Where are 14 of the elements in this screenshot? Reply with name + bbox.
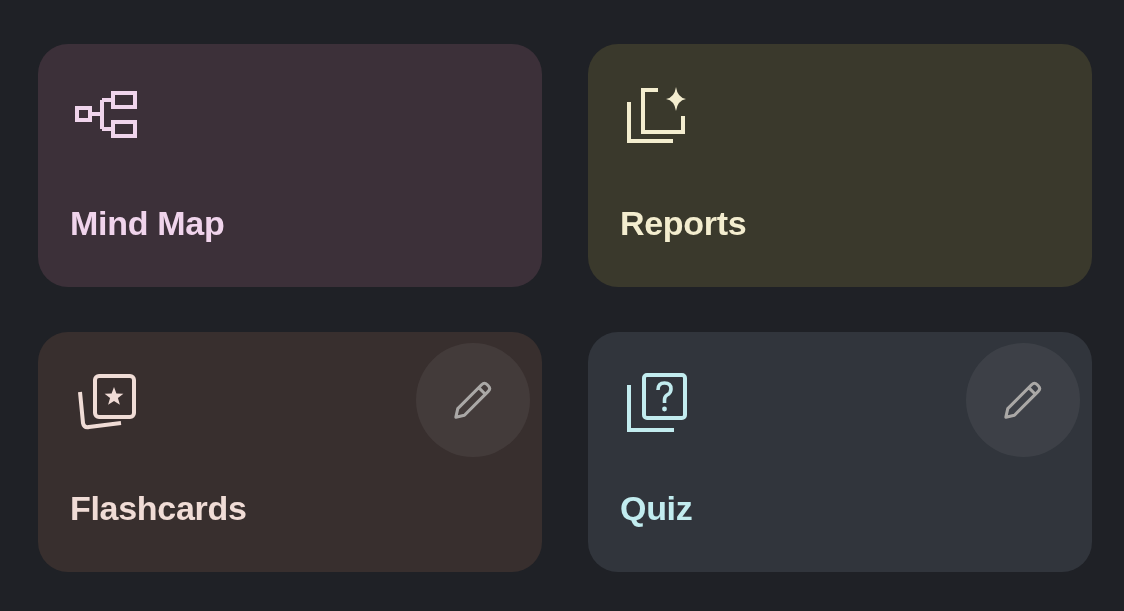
question-card-stack-icon [625, 372, 687, 432]
tool-card[interactable]: Mind Map [38, 44, 542, 287]
tool-card[interactable]: Quiz [588, 332, 1092, 572]
tool-card[interactable]: Reports [588, 44, 1092, 287]
pencil-icon [1003, 380, 1043, 420]
sparkle-pages-icon [625, 85, 687, 143]
star-card-stack-icon [75, 373, 137, 431]
pencil-icon [453, 380, 493, 420]
tool-card[interactable]: Flashcards [38, 332, 542, 572]
card-label: Reports [619, 203, 748, 244]
card-label: Mind Map [69, 203, 226, 244]
card-label: Quiz [619, 488, 694, 529]
tree-diagram-icon [75, 90, 137, 138]
card-label: Flashcards [69, 488, 248, 529]
